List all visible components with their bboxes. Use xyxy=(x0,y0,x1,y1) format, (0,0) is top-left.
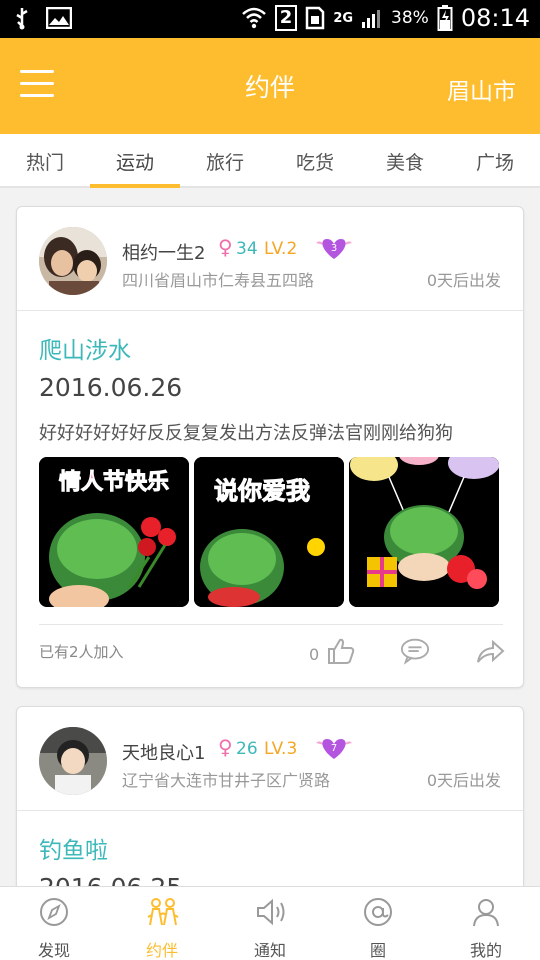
signal-icon xyxy=(362,10,381,28)
people-icon xyxy=(147,898,179,926)
tab-sports[interactable]: 运动 xyxy=(90,148,180,175)
user-address: 辽宁省大连市甘井子区广贤路 xyxy=(122,771,331,790)
nav-companion[interactable]: 约伴 xyxy=(108,887,216,960)
post-photo[interactable] xyxy=(349,457,499,607)
sim-slot-indicator: 2 xyxy=(274,5,298,31)
city-selector[interactable]: 眉山市 xyxy=(447,72,516,106)
post-feed[interactable]: 相约一生2 ♀ 34 LV.2 3 四川省眉山市仁寿县五四路 0天后出发 爬山涉… xyxy=(0,190,540,886)
user-level: LV.3 xyxy=(264,739,298,759)
post-date: 2016.06.25 xyxy=(39,873,182,886)
tab-travel[interactable]: 旅行 xyxy=(180,148,270,175)
thumbs-up-icon[interactable] xyxy=(326,637,356,665)
category-tabs: 热门 运动 旅行 吃货 美食 广场 xyxy=(0,134,540,188)
user-icon xyxy=(473,899,499,927)
nav-label: 约伴 xyxy=(145,941,178,960)
tab-plaza[interactable]: 广场 xyxy=(450,148,540,175)
heart-badge-icon: 7 xyxy=(314,735,354,761)
avatar[interactable] xyxy=(39,227,107,295)
nav-label: 圈 xyxy=(369,941,386,960)
nav-label: 发现 xyxy=(37,941,70,960)
avatar-photo xyxy=(39,727,107,795)
post-description: 好好好好好好反反复复发出方法反弹法官刚刚给狗狗 xyxy=(39,423,453,444)
post-photo[interactable]: 说你爱我 xyxy=(194,457,344,607)
tab-hot[interactable]: 热门 xyxy=(0,148,90,175)
active-tab-indicator xyxy=(90,184,180,188)
joined-count: 已有2人加入 xyxy=(39,643,124,661)
like-count: 0 xyxy=(309,645,320,664)
post-card[interactable]: 相约一生2 ♀ 34 LV.2 3 四川省眉山市仁寿县五四路 0天后出发 爬山涉… xyxy=(16,206,524,688)
app-header: 约伴 眉山市 xyxy=(0,38,540,134)
user-level: LV.2 xyxy=(264,239,298,259)
at-icon xyxy=(364,898,392,926)
divider xyxy=(39,624,503,625)
svg-text:3: 3 xyxy=(331,243,337,254)
battery-icon xyxy=(437,5,453,31)
divider xyxy=(17,810,523,811)
tab-cuisine[interactable]: 美食 xyxy=(360,148,450,175)
nav-profile[interactable]: 我的 xyxy=(432,887,540,960)
battery-percent: 38% xyxy=(391,8,429,28)
svg-text:情人节快乐: 情人节快乐 xyxy=(59,469,169,495)
female-icon: ♀ xyxy=(218,235,233,259)
image-icon xyxy=(46,7,72,29)
username[interactable]: 相约一生2 xyxy=(122,239,205,265)
post-photo[interactable]: 情人节快乐 xyxy=(39,457,189,607)
username[interactable]: 天地良心1 xyxy=(122,739,205,765)
sim-icon xyxy=(306,6,325,30)
nav-discover[interactable]: 发现 xyxy=(0,887,108,960)
status-bar: 2 2G 38% 08:14 xyxy=(0,0,540,38)
female-icon: ♀ xyxy=(218,735,233,759)
bottom-navigation: 发现 约伴 通知 圈 我的 xyxy=(0,886,540,960)
user-age: 34 xyxy=(236,239,258,259)
heart-badge-icon: 3 xyxy=(314,235,354,261)
compass-icon xyxy=(40,898,68,926)
tab-foodie[interactable]: 吃货 xyxy=(270,148,360,175)
svg-text:说你爱我: 说你爱我 xyxy=(214,477,310,505)
nav-label: 通知 xyxy=(253,941,286,960)
post-date: 2016.06.26 xyxy=(39,373,183,402)
avatar[interactable] xyxy=(39,727,107,795)
departure-info: 0天后出发 xyxy=(426,771,501,790)
post-title[interactable]: 钓鱼啦 xyxy=(39,831,108,865)
avatar-photo xyxy=(39,227,107,295)
user-age: 26 xyxy=(236,739,258,759)
departure-info: 0天后出发 xyxy=(426,271,501,290)
divider xyxy=(17,310,523,311)
nav-notifications[interactable]: 通知 xyxy=(216,887,324,960)
post-card[interactable]: 天地良心1 ♀ 26 LV.3 7 辽宁省大连市甘井子区广贤路 0天后出发 钓鱼… xyxy=(16,706,524,886)
nav-circle[interactable]: 圈 xyxy=(324,887,432,960)
wifi-icon xyxy=(241,7,266,29)
user-address: 四川省眉山市仁寿县五四路 xyxy=(122,271,315,290)
post-title[interactable]: 爬山涉水 xyxy=(39,331,131,365)
network-type: 2G xyxy=(333,10,354,26)
balloons-gift-image xyxy=(349,457,499,607)
sticker-image: 情人节快乐 xyxy=(39,457,189,607)
sticker-image: 说你爱我 xyxy=(194,457,344,607)
usb-icon xyxy=(16,8,28,30)
nav-label: 我的 xyxy=(469,941,502,960)
clock: 08:14 xyxy=(460,4,530,32)
svg-text:7: 7 xyxy=(331,743,337,754)
share-icon[interactable] xyxy=(475,637,505,665)
speaker-icon xyxy=(257,898,285,926)
comment-icon[interactable] xyxy=(400,637,430,665)
